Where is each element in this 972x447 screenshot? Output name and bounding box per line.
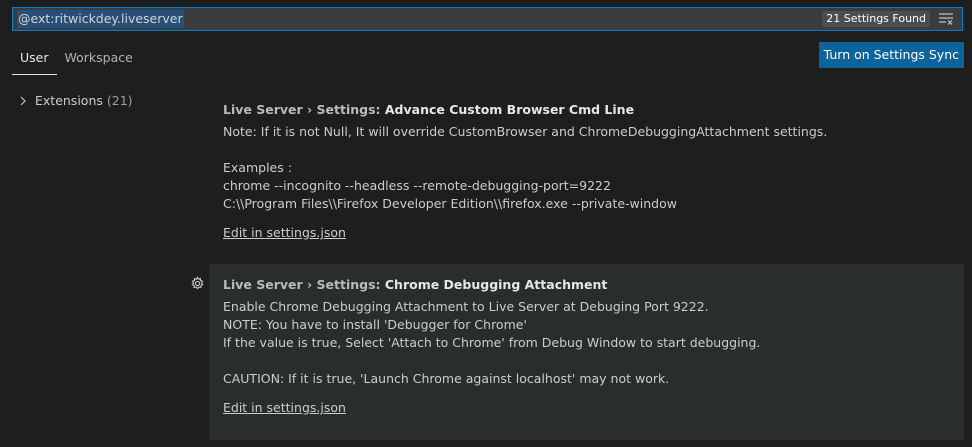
toc-item-extensions[interactable]: Extensions (21): [18, 93, 133, 108]
gear-icon[interactable]: [190, 276, 205, 291]
setting-advance-custom-browser-cmd-line: Live Server › Settings: Advance Custom B…: [223, 101, 972, 242]
setting-description: Note: If it is not Null, It will overrid…: [223, 124, 828, 211]
settings-scope-tabs: User Workspace: [12, 42, 141, 75]
settings-search-input[interactable]: @ext:ritwickdey.liveserver 21 Settings F…: [12, 7, 963, 31]
edit-in-settings-json-link[interactable]: Edit in settings.json: [223, 224, 346, 242]
toc-item-count: (21): [106, 93, 133, 108]
tab-workspace[interactable]: Workspace: [57, 42, 141, 75]
search-query-text[interactable]: @ext:ritwickdey.liveserver: [17, 10, 184, 28]
setting-category: Live Server › Settings:: [223, 277, 385, 292]
setting-title: Live Server › Settings: Chrome Debugging…: [223, 276, 972, 294]
tab-user[interactable]: User: [12, 42, 57, 75]
edit-in-settings-json-link[interactable]: Edit in settings.json: [223, 399, 346, 417]
chevron-right-icon: [20, 96, 26, 105]
setting-description: Enable Chrome Debugging Attachment to Li…: [223, 299, 761, 386]
toc-item-label: Extensions: [35, 93, 103, 108]
settings-found-badge: 21 Settings Found: [822, 11, 930, 27]
setting-name: Advance Custom Browser Cmd Line: [384, 102, 635, 117]
setting-chrome-debugging-attachment: Live Server › Settings: Chrome Debugging…: [223, 276, 972, 417]
clear-filter-icon[interactable]: [938, 12, 954, 26]
turn-on-settings-sync-button[interactable]: Turn on Settings Sync: [818, 42, 964, 68]
setting-name: Chrome Debugging Attachment: [384, 277, 608, 292]
setting-title: Live Server › Settings: Advance Custom B…: [223, 101, 972, 119]
setting-category: Live Server › Settings:: [223, 102, 385, 117]
